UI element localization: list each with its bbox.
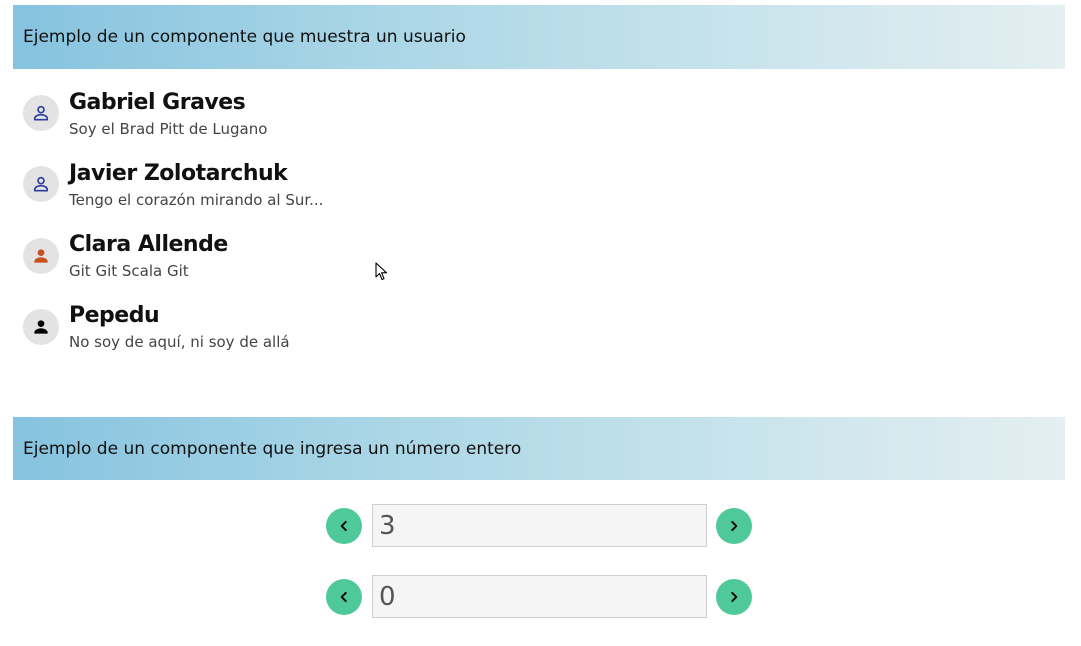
user-item: Javier Zolotarchuk Tengo el corazón mira… [23, 161, 623, 221]
integer-stepper [326, 504, 752, 548]
user-name: Gabriel Graves [69, 90, 246, 115]
user-name: Javier Zolotarchuk [69, 161, 288, 186]
user-name: Clara Allende [69, 232, 228, 257]
number-section-title: Ejemplo de un componente que ingresa un … [23, 438, 522, 459]
person-filled-icon [34, 320, 48, 334]
decrement-button[interactable] [326, 579, 362, 615]
chevron-left-icon [340, 591, 347, 603]
mouse-cursor-icon [375, 262, 388, 281]
increment-button[interactable] [716, 508, 752, 544]
user-item: Gabriel Graves Soy el Brad Pitt de Lugan… [23, 90, 623, 150]
decrement-button[interactable] [326, 508, 362, 544]
integer-stepper [326, 575, 752, 619]
avatar [23, 166, 59, 202]
chevron-right-icon [731, 591, 738, 603]
chevron-left-icon [340, 520, 347, 532]
user-item: Clara Allende Git Git Scala Git [23, 232, 623, 292]
person-filled-icon [34, 249, 48, 263]
integer-input[interactable] [372, 504, 707, 547]
chevron-right-icon [731, 520, 738, 532]
user-name: Pepedu [69, 303, 160, 328]
person-outline-icon [33, 176, 49, 192]
user-description: Soy el Brad Pitt de Lugano [69, 120, 268, 138]
users-section-title: Ejemplo de un componente que muestra un … [23, 27, 466, 47]
number-section-header: Ejemplo de un componente que ingresa un … [13, 417, 1065, 480]
avatar [23, 95, 59, 131]
increment-button[interactable] [716, 579, 752, 615]
avatar [23, 309, 59, 345]
user-description: Git Git Scala Git [69, 262, 189, 280]
users-section-header: Ejemplo de un componente que muestra un … [13, 5, 1065, 69]
person-outline-icon [33, 105, 49, 121]
avatar [23, 238, 59, 274]
user-description: No soy de aquí, ni soy de allá [69, 333, 290, 351]
integer-input[interactable] [372, 575, 707, 618]
user-item: Pepedu No soy de aquí, ni soy de allá [23, 303, 623, 363]
user-description: Tengo el corazón mirando al Sur... [69, 191, 324, 209]
